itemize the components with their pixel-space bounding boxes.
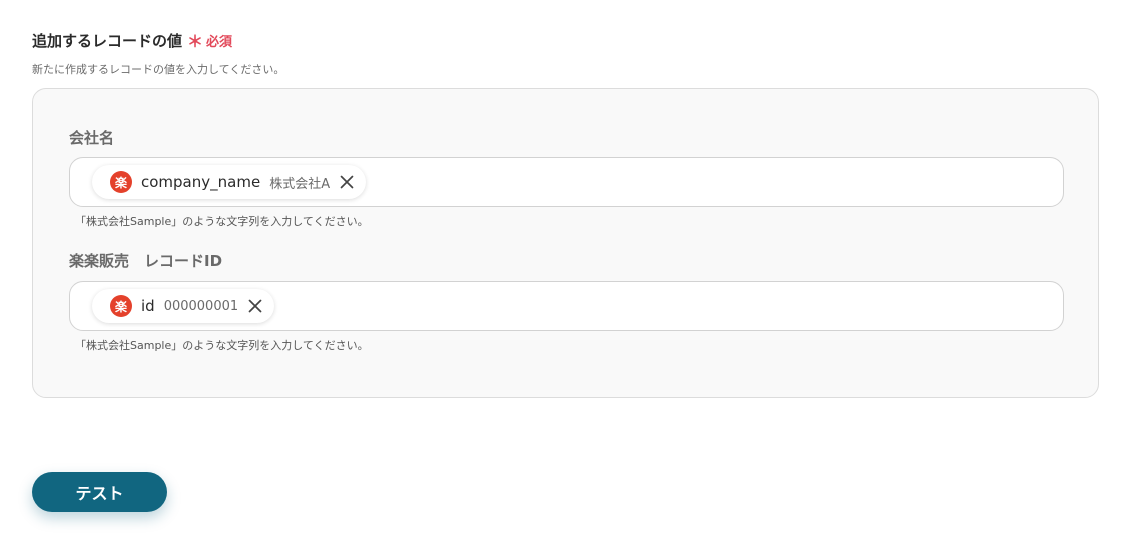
variable-chip-company-name[interactable]: 楽 company_name 株式会社A	[92, 165, 367, 199]
chip-variable-name: company_name	[141, 173, 261, 191]
rakuten-icon: 楽	[110, 295, 132, 317]
field-label-company-name: 会社名	[69, 129, 115, 147]
chip-variable-value: 000000001	[163, 298, 239, 314]
rakuten-icon: 楽	[110, 171, 132, 193]
record-values-panel: 会社名 楽 company_name 株式会社A 「株式会社Sample」のよう…	[32, 88, 1099, 398]
required-label: 必須	[206, 34, 233, 50]
section-title: 追加するレコードの値 ＊ 必須	[32, 28, 232, 52]
section-title-text: 追加するレコードの値	[32, 31, 183, 50]
test-button[interactable]: テスト	[32, 472, 167, 512]
close-icon[interactable]	[338, 173, 356, 191]
company-name-input[interactable]: 楽 company_name 株式会社A	[69, 157, 1064, 207]
field-label-record-id: 楽楽販売 レコードID	[69, 252, 223, 270]
required-asterisk-icon: ＊	[187, 32, 204, 51]
close-icon[interactable]	[246, 297, 264, 315]
field-hint-company-name: 「株式会社Sample」のような文字列を入力してください。	[75, 215, 369, 228]
section-description: 新たに作成するレコードの値を入力してください。	[32, 63, 285, 76]
chip-variable-name: id	[141, 297, 155, 315]
chip-variable-value: 株式会社A	[269, 176, 331, 192]
variable-chip-record-id[interactable]: 楽 id 000000001	[92, 289, 275, 323]
required-badge: ＊ 必須	[187, 28, 232, 52]
record-id-input[interactable]: 楽 id 000000001	[69, 281, 1064, 331]
field-hint-record-id: 「株式会社Sample」のような文字列を入力してください。	[75, 339, 369, 352]
